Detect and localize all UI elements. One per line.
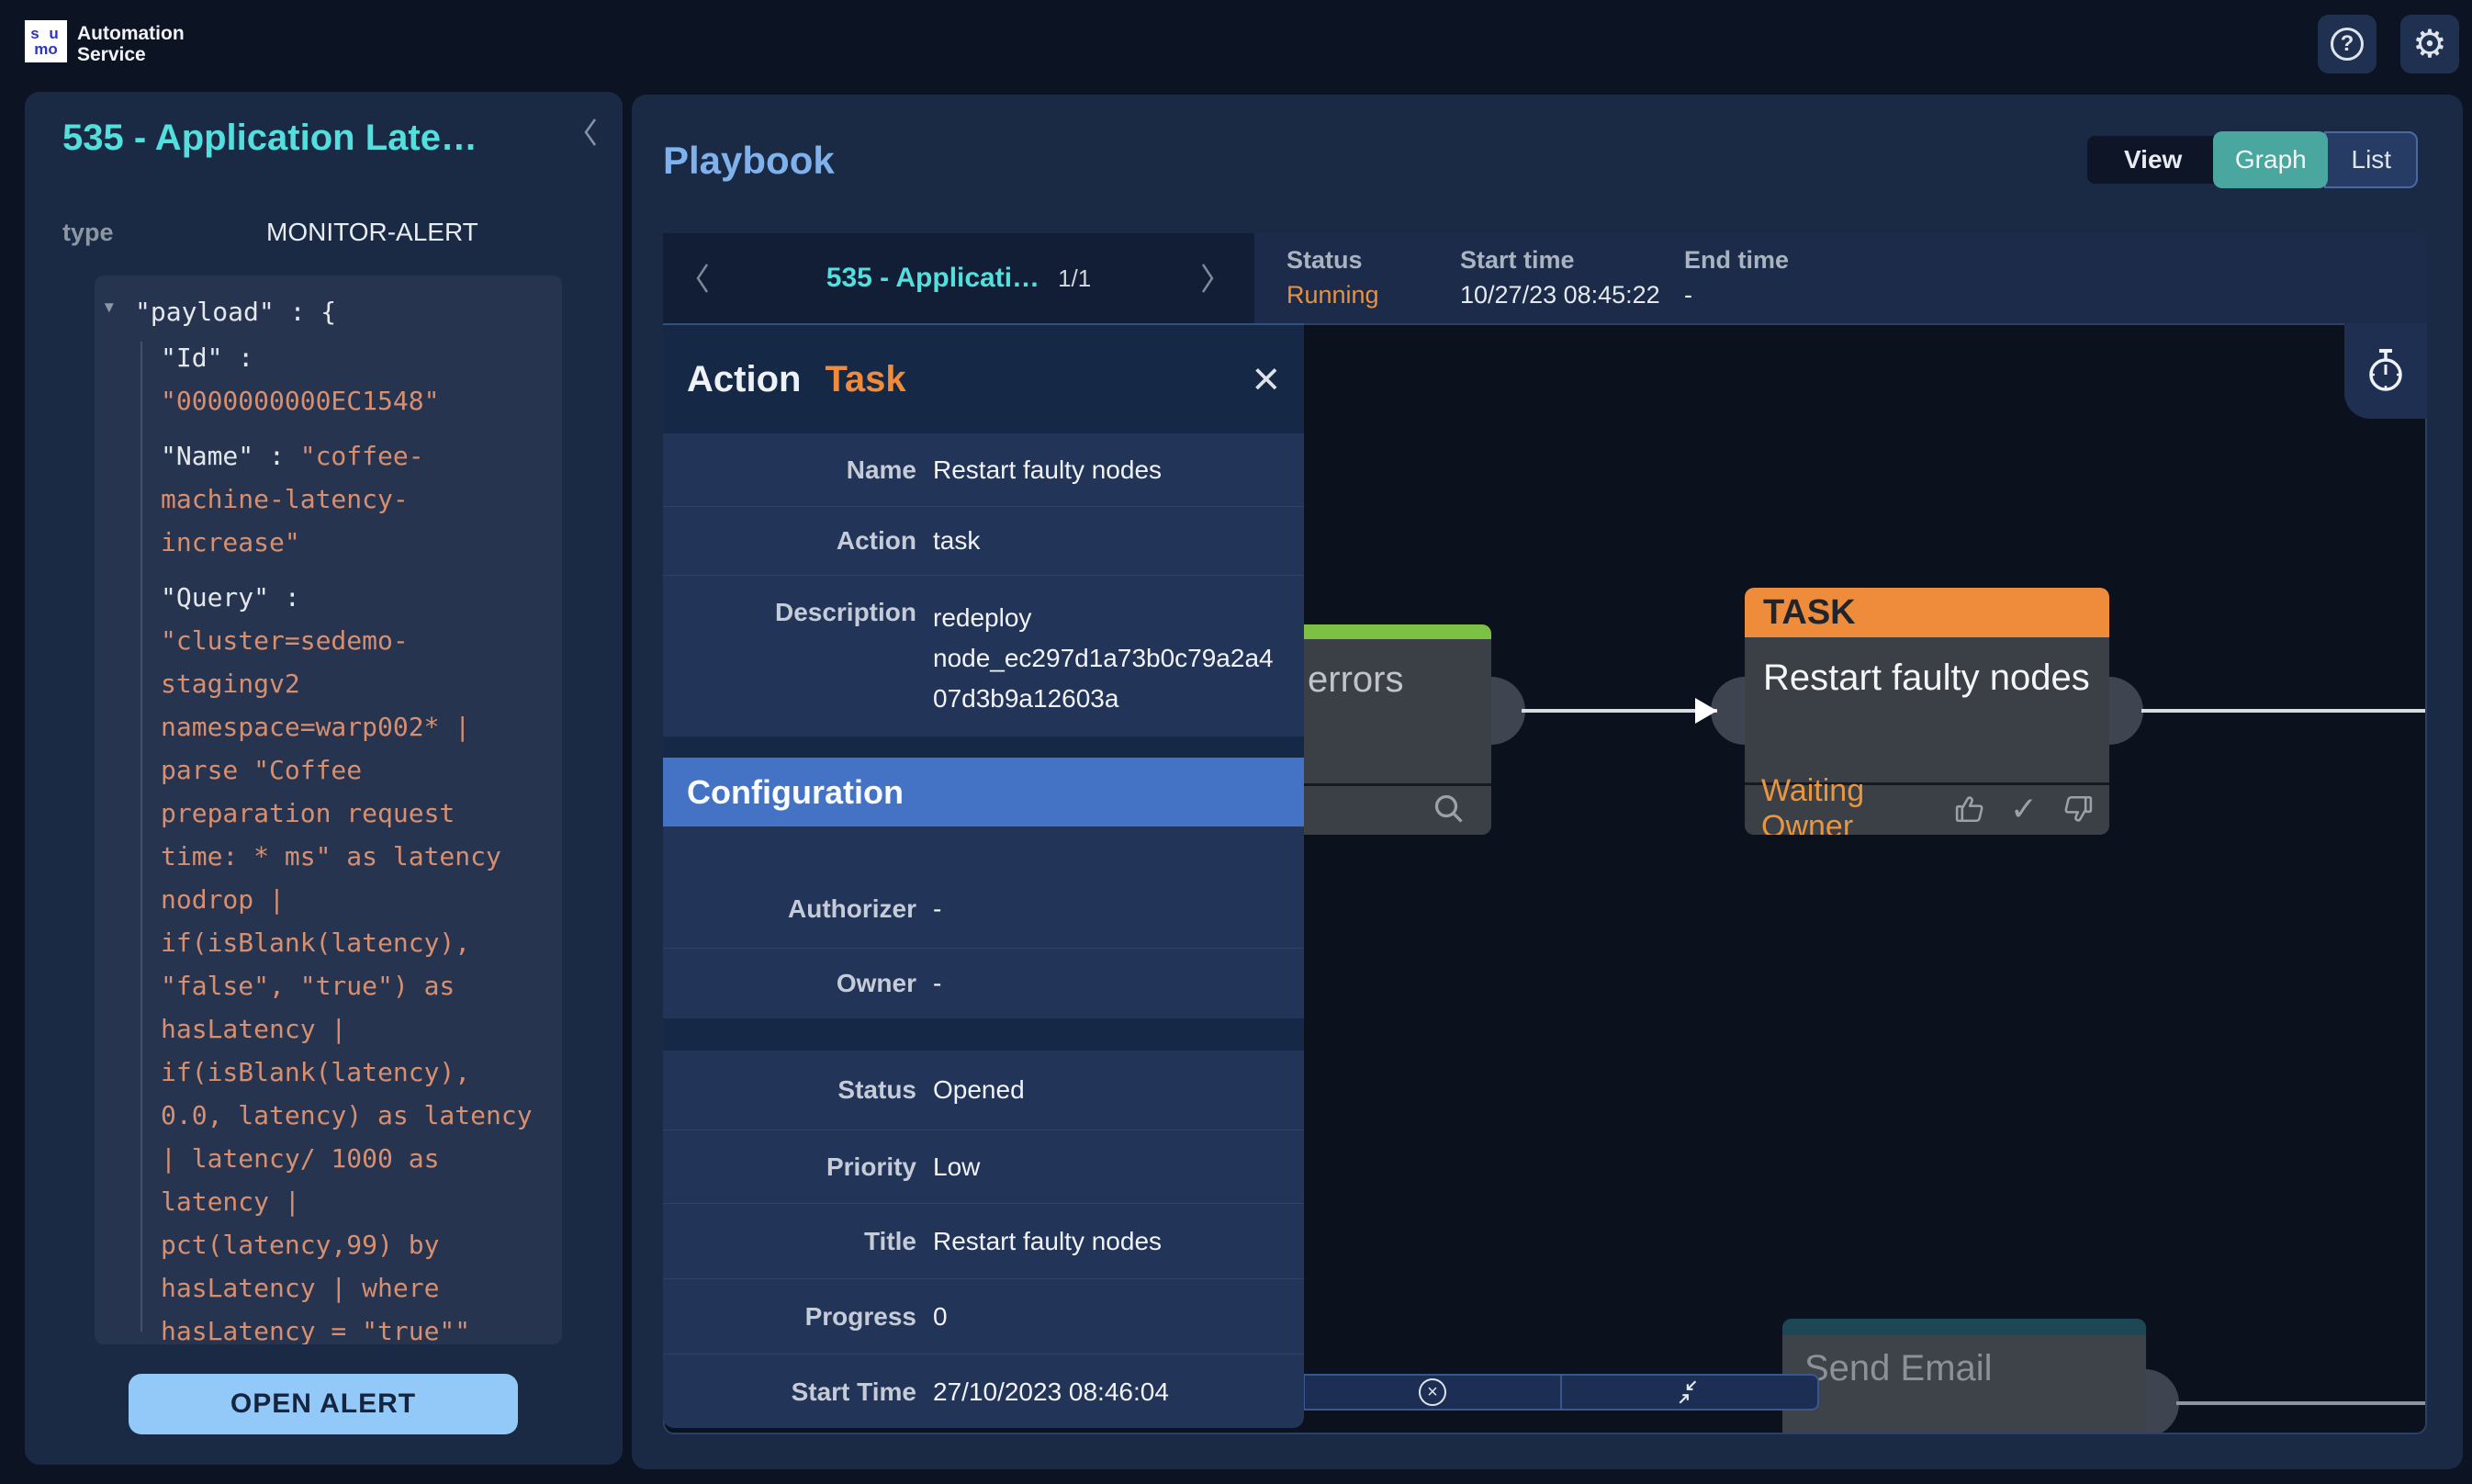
edge-arrowhead <box>1695 698 1717 724</box>
row-status: Status Opened <box>663 1051 1304 1130</box>
config-spacer <box>663 826 1304 860</box>
alert-title: 535 - Application Late… <box>62 118 563 159</box>
row-action: Action task <box>663 506 1304 575</box>
approve-check-button[interactable]: ✓ <box>2010 790 2038 828</box>
status-column: Status Running <box>1287 246 1460 323</box>
chevron-left-icon <box>583 116 598 149</box>
stopwatch-icon <box>2365 347 2407 395</box>
sumo-logo: s u mo <box>25 20 67 62</box>
open-alert-button[interactable]: OPEN ALERT <box>129 1374 518 1434</box>
end-time-value: - <box>1684 281 1789 309</box>
run-status-bar: Status Running Start time 10/27/23 08:45… <box>1254 233 2427 323</box>
timeline-button[interactable] <box>2344 323 2427 419</box>
start-time-value: 10/27/23 08:45:22 <box>1460 281 1684 309</box>
close-icon[interactable]: × <box>1253 361 1280 398</box>
start-time-column: Start time 10/27/23 08:45:22 <box>1460 246 1684 323</box>
logo-text-bottom: mo <box>34 41 58 57</box>
action-panel-header: Action Task × <box>663 325 1304 433</box>
section-gap <box>663 1018 1304 1051</box>
row-title: Title Restart faulty nodes <box>663 1203 1304 1278</box>
action-header-label: Action <box>687 359 801 400</box>
playbook-panel: Playbook View Graph List 535 - Applicati… <box>632 95 2463 1469</box>
end-time-label: End time <box>1684 246 1789 275</box>
task-node-status: Waiting Owner <box>1761 773 1931 836</box>
circle-x-icon: × <box>1419 1378 1446 1406</box>
thumbs-down-button[interactable] <box>2062 794 2093 824</box>
end-time-column: End time - <box>1684 246 1789 323</box>
section-gap <box>663 736 1304 758</box>
row-name: Name Restart faulty nodes <box>663 433 1304 506</box>
compress-arrows-icon <box>1675 1377 1704 1407</box>
row-progress: Progress 0 <box>663 1278 1304 1354</box>
type-label: type <box>62 219 114 247</box>
help-icon: ? <box>2331 28 2364 61</box>
payload-entry-id: "Id" : "0000000000EC1548" <box>161 336 539 422</box>
type-value: MONITOR-ALERT <box>266 218 478 247</box>
edge-search-to-task <box>1522 709 1717 713</box>
next-playbook-button[interactable] <box>1199 262 1216 295</box>
view-toggle: View Graph List <box>2087 129 2418 190</box>
payload-root-key: "payload" : { <box>135 290 336 333</box>
playbook-name: 535 - Applicati… <box>826 263 1039 294</box>
view-graph-button[interactable]: Graph <box>2213 131 2328 188</box>
collapse-panel-button[interactable] <box>583 116 598 149</box>
edge-task-out <box>2141 709 2427 713</box>
fit-view-button[interactable] <box>1560 1376 1817 1409</box>
email-node[interactable]: Send Email <box>1782 1319 2146 1434</box>
payload-entry-name: "Name" : "coffee-machine-latency-increas… <box>161 434 539 564</box>
cancel-run-button[interactable]: × <box>1305 1376 1560 1409</box>
search-node-title: errors <box>1308 659 1403 701</box>
edge-email-out <box>2176 1401 2427 1405</box>
playbook-page-indicator: 1/1 <box>1058 264 1091 293</box>
action-details-panel: Action Task × Name Restart faulty nodes … <box>663 323 1304 1428</box>
chevron-left-icon <box>694 262 711 295</box>
thumbs-up-button[interactable] <box>1955 794 1986 824</box>
page-title: Playbook <box>663 139 835 183</box>
settings-button[interactable]: ⚙ <box>2400 15 2459 73</box>
status-value: Running <box>1287 281 1460 309</box>
indent-guide <box>140 342 142 1332</box>
row-start-time: Start Time 27/10/2023 08:46:04 <box>663 1354 1304 1428</box>
row-priority: Priority Low <box>663 1130 1304 1203</box>
configuration-section-header: Configuration <box>663 758 1304 826</box>
help-button[interactable]: ? <box>2318 15 2376 73</box>
payload-entries: "Id" : "0000000000EC1548" "Name" : "coff… <box>161 336 539 1344</box>
collapse-triangle-icon[interactable]: ▾ <box>102 286 117 329</box>
gear-icon: ⚙ <box>2412 25 2447 63</box>
app-title: Automation Service <box>77 23 185 65</box>
task-node-title: Restart faulty nodes <box>1745 637 2109 782</box>
previous-playbook-button[interactable] <box>694 262 711 295</box>
status-label: Status <box>1287 246 1460 275</box>
row-owner: Owner - <box>663 948 1304 1018</box>
task-node[interactable]: TASK Restart faulty nodes Waiting Owner … <box>1745 588 2109 835</box>
row-description: Description redeploy node_ec297d1a73b0c7… <box>663 575 1304 736</box>
view-list-button[interactable]: List <box>2324 131 2418 188</box>
row-authorizer: Authorizer - <box>663 860 1304 948</box>
payload-entry-query: "Query" : "cluster=sedemo-stagingv2 name… <box>161 576 539 1344</box>
alert-sidebar: 535 - Application Late… type MONITOR-ALE… <box>25 92 623 1465</box>
action-header-type: Task <box>825 359 1252 400</box>
start-time-label: Start time <box>1460 246 1684 275</box>
playbook-stepper: 535 - Applicati… 1/1 <box>663 233 1254 323</box>
email-node-header <box>1782 1319 2146 1335</box>
view-toggle-label: View <box>2087 136 2219 184</box>
graph-toolbar: × <box>1303 1374 1819 1411</box>
email-node-title: Send Email <box>1782 1335 2146 1389</box>
magnifier-icon <box>1433 793 1466 826</box>
payload-json-viewer[interactable]: ▾ "payload" : { "Id" : "0000000000EC1548… <box>95 275 562 1344</box>
chevron-right-icon <box>1199 262 1216 295</box>
task-node-type: TASK <box>1745 588 2109 637</box>
logo-text-top: s u <box>30 26 62 41</box>
